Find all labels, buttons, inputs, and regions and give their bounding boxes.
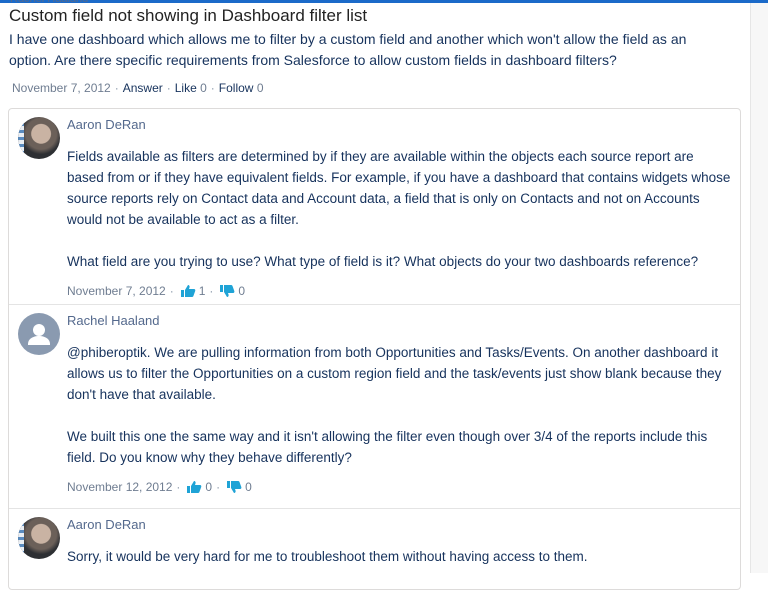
avatar[interactable] <box>18 313 60 355</box>
answer-link[interactable]: Answer <box>123 81 163 95</box>
default-user-icon <box>28 324 50 345</box>
answer-body: Fields available as filters are determin… <box>67 146 732 272</box>
downvote-count: 0 <box>238 284 246 298</box>
question-title: Custom field not showing in Dashboard fi… <box>9 6 368 25</box>
answer-body: Sorry, it would be very hard for me to t… <box>67 546 732 567</box>
like-count: 0 <box>200 81 207 95</box>
author-name[interactable]: Aaron DeRan <box>67 117 146 132</box>
author-name[interactable]: Rachel Haaland <box>67 313 160 328</box>
avatar[interactable] <box>18 517 60 559</box>
answer-paragraph: What field are you trying to use? What t… <box>67 254 699 269</box>
like-link[interactable]: Like <box>175 81 197 95</box>
answer-item: Rachel Haaland @phiberoptik. We are pull… <box>9 305 740 509</box>
answer-item: Aaron DeRan Sorry, it would be very hard… <box>9 509 740 599</box>
follow-link[interactable]: Follow <box>219 81 254 95</box>
answer-date: November 12, 2012 <box>67 480 173 494</box>
question-meta: November 7, 2012 · Answer · Like 0 · Follow 0 <box>12 81 264 95</box>
answer-item: Aaron DeRan Fields available as filters … <box>9 109 740 305</box>
follow-count: 0 <box>256 81 264 95</box>
page-scrollbar[interactable] <box>750 3 768 573</box>
upvote-count: 1 <box>198 284 206 298</box>
question-date: November 7, 2012 <box>12 81 111 95</box>
answer-paragraph: Fields available as filters are determin… <box>67 149 731 227</box>
upvote-count: 0 <box>205 480 213 494</box>
answer-body: @phiberoptik. We are pulling information… <box>67 342 732 468</box>
clipped-header-text: Rachel Haaland <box>10 0 88 5</box>
thumbs-up-icon[interactable] <box>180 284 196 298</box>
answer-meta: November 7, 2012 · 1 · 0 <box>67 284 246 298</box>
author-name[interactable]: Aaron DeRan <box>67 517 146 532</box>
avatar[interactable] <box>18 117 60 159</box>
answers-list: Aaron DeRan Fields available as filters … <box>8 108 741 590</box>
thumbs-down-icon[interactable] <box>226 480 242 494</box>
thumbs-down-icon[interactable] <box>219 284 235 298</box>
downvote-count: 0 <box>245 480 252 494</box>
answer-date: November 7, 2012 <box>67 284 166 298</box>
answer-meta: November 12, 2012 · 0 · 0 <box>67 480 252 494</box>
question-body: I have one dashboard which allows me to … <box>9 31 687 68</box>
answer-paragraph: Sorry, it would be very hard for me to t… <box>67 549 588 564</box>
answer-paragraph: We built this one the same way and it is… <box>67 429 708 465</box>
top-accent-bar <box>0 0 768 3</box>
thumbs-up-icon[interactable] <box>186 480 202 494</box>
answer-paragraph: @phiberoptik. We are pulling information… <box>67 345 722 402</box>
